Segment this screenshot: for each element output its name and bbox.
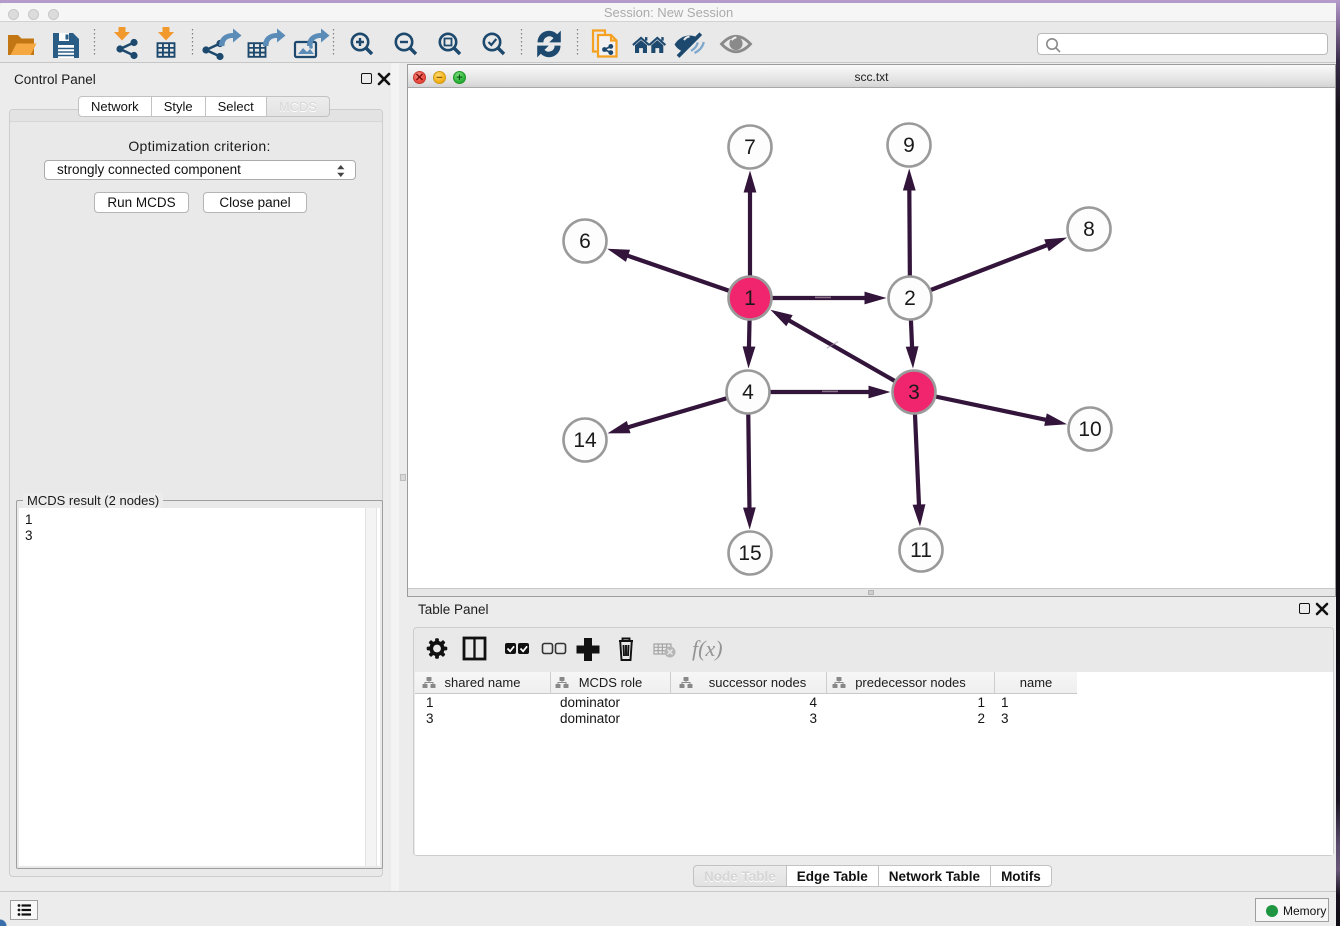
svg-text:9: 9	[903, 134, 915, 157]
svg-text:7: 7	[744, 136, 756, 159]
svg-text:f(x): f(x)	[692, 636, 723, 661]
svg-text:6: 6	[579, 230, 591, 253]
svg-text:1: 1	[744, 287, 756, 310]
svg-text:15: 15	[738, 542, 761, 565]
svg-text:3: 3	[908, 381, 920, 404]
svg-text:11: 11	[910, 539, 932, 562]
svg-text:4: 4	[742, 381, 754, 404]
svg-text:8: 8	[1083, 218, 1095, 241]
svg-text:10: 10	[1078, 418, 1101, 441]
svg-text:2: 2	[904, 287, 916, 310]
svg-text:14: 14	[573, 429, 597, 452]
